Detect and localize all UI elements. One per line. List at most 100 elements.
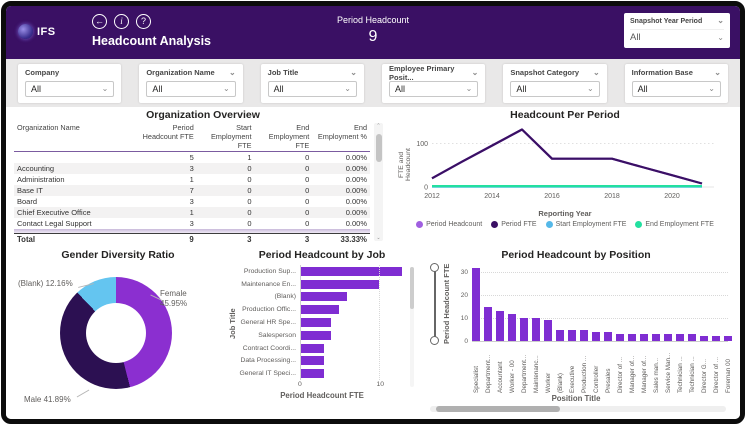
headcount-per-period-panel: Headcount Per Period FTE and Headcount 0… xyxy=(398,109,732,245)
job-bar[interactable] xyxy=(300,305,339,314)
legend-item[interactable]: Period Headcount xyxy=(416,221,482,228)
position-bar-label-slot: (Blank) xyxy=(556,345,564,393)
filter-card[interactable]: Snapshot Category⌄All⌄ xyxy=(503,64,606,103)
chevron-down-icon[interactable]: ⌄ xyxy=(102,85,109,93)
filter-dropdown[interactable]: All⌄ xyxy=(632,81,721,97)
position-bar[interactable] xyxy=(676,334,684,341)
filter-card[interactable]: Information Base⌄All⌄ xyxy=(625,64,728,103)
position-bar[interactable] xyxy=(532,318,540,341)
chevron-down-icon[interactable]: ⌄ xyxy=(466,85,473,93)
position-bar[interactable] xyxy=(700,336,708,341)
chevron-down-icon[interactable]: ⌄ xyxy=(350,69,357,77)
chevron-down-icon[interactable]: ⌄ xyxy=(708,85,715,93)
line-series[interactable] xyxy=(432,130,702,184)
scrollbar-thumb[interactable] xyxy=(436,406,560,412)
org-table-head: Organization NamePeriod Headcount FTESta… xyxy=(14,123,370,152)
filter-card[interactable]: Employee Primary Posit...⌄All⌄ xyxy=(382,64,485,103)
org-table-row[interactable]: Chief Executive Office1000.00% xyxy=(14,207,370,218)
position-bar[interactable] xyxy=(484,307,492,341)
org-table-row[interactable]: Accounting3000.00% xyxy=(14,163,370,174)
position-bar[interactable] xyxy=(712,336,720,341)
filter-value: All xyxy=(31,84,41,94)
donut-label-blank: (Blank) 12.16% xyxy=(18,279,73,289)
position-chart-scrollbar[interactable] xyxy=(430,406,726,412)
chevron-down-icon[interactable]: ⌄ xyxy=(587,85,594,93)
position-bar[interactable] xyxy=(544,320,552,341)
info-icon[interactable]: i xyxy=(114,14,129,29)
scrollbar-thumb[interactable] xyxy=(410,267,414,309)
position-bar[interactable] xyxy=(472,268,480,341)
scrollbar-thumb[interactable] xyxy=(376,134,382,162)
org-table-row[interactable]: Base IT7000.00% xyxy=(14,185,370,196)
org-table-row[interactable]: 5100.00% xyxy=(14,152,370,164)
chevron-down-icon[interactable]: ⌄ xyxy=(229,69,236,77)
position-bar[interactable] xyxy=(556,330,564,342)
position-bar[interactable] xyxy=(628,334,636,341)
org-table-cell: 0 xyxy=(197,174,255,185)
job-bar-track xyxy=(300,305,406,314)
position-bar[interactable] xyxy=(508,314,516,342)
filter-card[interactable]: Job Title⌄All⌄ xyxy=(261,64,364,103)
job-chart-scrollbar[interactable] xyxy=(410,267,414,387)
job-bar[interactable] xyxy=(300,356,324,365)
position-bar[interactable] xyxy=(724,336,732,341)
job-bar[interactable] xyxy=(300,344,324,353)
scroll-down-icon[interactable]: ⌄ xyxy=(374,235,383,241)
legend-item[interactable]: Period FTE xyxy=(491,221,536,228)
chevron-down-icon[interactable]: ⌄ xyxy=(344,85,351,93)
position-bar[interactable] xyxy=(616,334,624,341)
chevron-down-icon[interactable]: ⌄ xyxy=(714,69,721,77)
job-bar[interactable] xyxy=(300,318,331,327)
filter-dropdown[interactable]: All⌄ xyxy=(146,81,235,97)
job-bar[interactable] xyxy=(300,292,347,301)
org-table-row[interactable]: Board3000.00% xyxy=(14,196,370,207)
position-bar[interactable] xyxy=(568,330,576,342)
filter-dropdown[interactable]: All⌄ xyxy=(510,81,599,97)
help-icon[interactable]: ? xyxy=(136,14,151,29)
legend-item[interactable]: End Employment FTE xyxy=(635,221,713,228)
chevron-down-icon[interactable]: ⌄ xyxy=(717,34,724,42)
legend-dot-icon xyxy=(416,221,423,228)
position-bar[interactable] xyxy=(604,332,612,341)
position-bar[interactable] xyxy=(496,311,504,341)
position-bar[interactable] xyxy=(580,330,588,342)
back-icon[interactable]: ← xyxy=(92,14,107,29)
donut-chart[interactable] xyxy=(60,277,172,389)
position-bar-label-slot: Foreman 00 xyxy=(724,345,732,393)
job-bar-row: Production Sup... xyxy=(238,265,406,278)
filter-card[interactable]: Organization Name⌄All⌄ xyxy=(139,64,242,103)
chevron-down-icon[interactable]: ⌄ xyxy=(223,85,230,93)
position-bar[interactable] xyxy=(652,334,660,341)
org-table-row[interactable]: Administration1000.00% xyxy=(14,174,370,185)
job-bar[interactable] xyxy=(300,331,331,340)
chevron-down-icon[interactable]: ⌄ xyxy=(593,69,600,77)
filter-dropdown[interactable]: All ⌄ xyxy=(25,81,114,97)
position-bar[interactable] xyxy=(520,318,528,341)
chevron-down-icon[interactable]: ⌄ xyxy=(717,17,724,25)
filter-dropdown[interactable]: All⌄ xyxy=(268,81,357,97)
table-scrollbar[interactable]: ⌃ ⌄ xyxy=(374,123,383,241)
org-table-cell: Administration xyxy=(14,174,139,185)
position-bar[interactable] xyxy=(688,334,696,341)
line-chart-plot[interactable]: 010020122014201620182020 xyxy=(408,121,724,209)
job-bar[interactable] xyxy=(300,369,324,378)
position-bar[interactable] xyxy=(640,334,648,341)
slider-handle-bottom[interactable] xyxy=(430,336,439,345)
position-bar-label-slot: Accountant xyxy=(496,345,504,393)
position-bar-label-slot: Production ... xyxy=(580,345,588,393)
chevron-down-icon[interactable]: ⌄ xyxy=(472,69,479,77)
position-bar[interactable] xyxy=(664,334,672,341)
filter-dropdown[interactable]: All⌄ xyxy=(389,81,478,97)
job-bar[interactable] xyxy=(300,280,379,289)
legend-item[interactable]: Start Employment FTE xyxy=(546,221,627,228)
snapshot-year-period-slicer[interactable]: Snapshot Year Period ⌄ All ⌄ xyxy=(624,13,730,48)
position-bar-label-slot: Service Man... xyxy=(664,345,672,393)
filter-card[interactable]: CompanyAll⌄ xyxy=(18,64,121,103)
scroll-up-icon[interactable]: ⌃ xyxy=(374,123,383,129)
job-bar[interactable] xyxy=(300,267,402,276)
slider-handle-top[interactable] xyxy=(430,263,439,272)
y-axis-zoom-slider[interactable] xyxy=(428,263,442,345)
legend-dot-icon xyxy=(546,221,553,228)
org-table-row[interactable]: Contact Legal Support3000.00% xyxy=(14,218,370,229)
position-bar[interactable] xyxy=(592,332,600,341)
